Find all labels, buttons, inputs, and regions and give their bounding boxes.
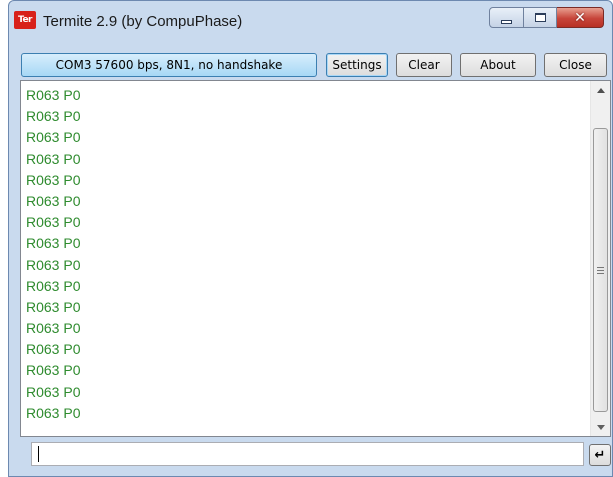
terminal-line: R063 P0	[26, 108, 81, 125]
arrow-up-icon	[596, 87, 605, 93]
window-title: Termite 2.9 (by CompuPhase)	[43, 13, 243, 30]
vertical-scrollbar[interactable]	[590, 81, 610, 436]
terminal-line: R063 P0	[26, 129, 81, 146]
terminal-line: R063 P0	[26, 171, 81, 188]
terminal-output[interactable]: R063 P0 R063 P0 R063 P0 R063 P0 R063 P0 R063 …	[20, 80, 611, 437]
send-input[interactable]	[31, 442, 584, 466]
terminal-line: R063 P0	[26, 298, 81, 315]
terminal-line: R063 P0	[26, 150, 81, 167]
send-button[interactable]: ↵	[589, 444, 611, 466]
arrow-down-icon	[596, 424, 605, 430]
terminal-line: R063 P0	[26, 192, 81, 209]
app-logo-icon: Ter	[14, 11, 36, 29]
terminal-line: R063 P0	[26, 277, 81, 294]
port-status-button[interactable]: COM3 57600 bps, 8N1, no handshake	[21, 53, 317, 77]
grip-icon	[597, 266, 604, 274]
enter-icon: ↵	[594, 447, 606, 463]
terminal-line: R063 P0	[26, 320, 81, 337]
terminal-line: R063 P0	[26, 235, 81, 252]
termite-window: Ter Termite 2.9 (by CompuPhase) ✕ COM3 5…	[8, 0, 613, 477]
about-button[interactable]: About	[460, 53, 536, 77]
scrollbar-thumb[interactable]	[593, 128, 608, 412]
terminal-line: R063 P0	[26, 256, 81, 273]
text-caret	[38, 446, 39, 462]
close-icon: ✕	[574, 9, 586, 26]
settings-button[interactable]: Settings	[326, 53, 388, 77]
title-bar[interactable]: Ter Termite 2.9 (by CompuPhase) ✕	[9, 1, 612, 41]
terminal-line: R063 P0	[26, 362, 81, 379]
maximize-button[interactable]	[524, 7, 557, 28]
minimize-icon	[501, 19, 512, 24]
minimize-button[interactable]	[489, 7, 524, 28]
terminal-line: R063 P0	[26, 87, 81, 103]
close-window-button[interactable]: ✕	[557, 7, 604, 28]
clear-button[interactable]: Clear	[396, 53, 452, 77]
terminal-line: R063 P0	[26, 341, 81, 358]
terminal-line: R063 P0	[26, 214, 81, 231]
toolbar: COM3 57600 bps, 8N1, no handshake Settin…	[9, 53, 612, 77]
scroll-up-button[interactable]	[591, 81, 610, 99]
scroll-down-button[interactable]	[591, 418, 610, 436]
maximize-icon	[534, 13, 546, 22]
terminal-line: R063 P0	[26, 383, 81, 400]
close-button[interactable]: Close	[544, 53, 607, 77]
terminal-line: R063 P0	[26, 404, 81, 421]
terminal-lines: R063 P0 R063 P0 R063 P0 R063 P0 R063 P0 R063 …	[26, 85, 80, 424]
